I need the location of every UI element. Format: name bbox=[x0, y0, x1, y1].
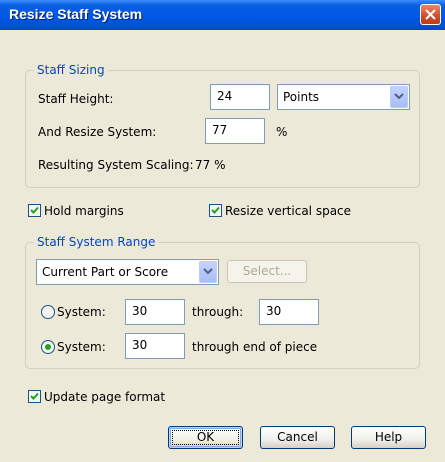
staff-system-range-legend: Staff System Range bbox=[34, 235, 159, 249]
resize-vertical-space-label[interactable]: Resize vertical space bbox=[225, 204, 351, 218]
range-scope-value: Current Part or Score bbox=[42, 265, 169, 279]
checkmark-icon bbox=[30, 392, 39, 400]
resize-staff-system-dialog: Resize Staff System Staff Sizing Staff H… bbox=[0, 0, 445, 462]
percent-sign: % bbox=[276, 125, 288, 139]
checkmark-icon bbox=[211, 206, 220, 214]
select-button[interactable]: Select... bbox=[227, 260, 307, 283]
close-button[interactable] bbox=[420, 4, 441, 25]
system-range-label[interactable]: System: bbox=[57, 305, 106, 319]
staff-height-field[interactable]: 24 bbox=[210, 84, 270, 110]
units-value: Points bbox=[283, 90, 320, 104]
system-to-end-radio[interactable] bbox=[41, 340, 55, 354]
system-from-field[interactable]: 30 bbox=[125, 299, 185, 325]
system-through-field[interactable]: 30 bbox=[259, 299, 319, 325]
title-bar[interactable]: Resize Staff System bbox=[0, 0, 445, 30]
chevron-down-icon bbox=[394, 93, 404, 100]
system-start-field[interactable]: 30 bbox=[125, 333, 185, 359]
range-scope-select[interactable]: Current Part or Score bbox=[36, 259, 219, 285]
resize-system-field[interactable]: 77 bbox=[205, 118, 265, 144]
units-select[interactable]: Points bbox=[277, 84, 410, 110]
hold-margins-label[interactable]: Hold margins bbox=[44, 204, 124, 218]
through-label: through: bbox=[192, 305, 244, 319]
close-icon bbox=[425, 9, 436, 20]
system-to-end-label[interactable]: System: bbox=[57, 340, 106, 354]
resize-vertical-space-checkbox[interactable] bbox=[209, 204, 222, 217]
staff-sizing-legend: Staff Sizing bbox=[34, 63, 108, 77]
staff-height-label: Staff Height: bbox=[38, 92, 114, 106]
chevron-down-icon bbox=[203, 268, 213, 275]
hold-margins-checkbox[interactable] bbox=[28, 204, 41, 217]
units-dropdown-arrow[interactable] bbox=[390, 86, 408, 108]
radio-selected-dot bbox=[45, 344, 51, 350]
ok-button[interactable]: OK bbox=[168, 426, 243, 449]
checkmark-icon bbox=[30, 206, 39, 214]
range-scope-dropdown-arrow[interactable] bbox=[199, 261, 217, 283]
resize-system-label: And Resize System: bbox=[38, 125, 157, 139]
help-button[interactable]: Help bbox=[351, 426, 426, 449]
cancel-button[interactable]: Cancel bbox=[260, 426, 335, 449]
resulting-scaling-value: 77 % bbox=[195, 158, 226, 172]
window-title: Resize Staff System bbox=[9, 6, 143, 22]
resulting-scaling-label: Resulting System Scaling: bbox=[38, 158, 194, 172]
update-page-format-checkbox[interactable] bbox=[28, 390, 41, 403]
update-page-format-label[interactable]: Update page format bbox=[44, 390, 165, 404]
system-range-radio[interactable] bbox=[41, 305, 55, 319]
through-end-of-piece-label: through end of piece bbox=[192, 340, 318, 354]
